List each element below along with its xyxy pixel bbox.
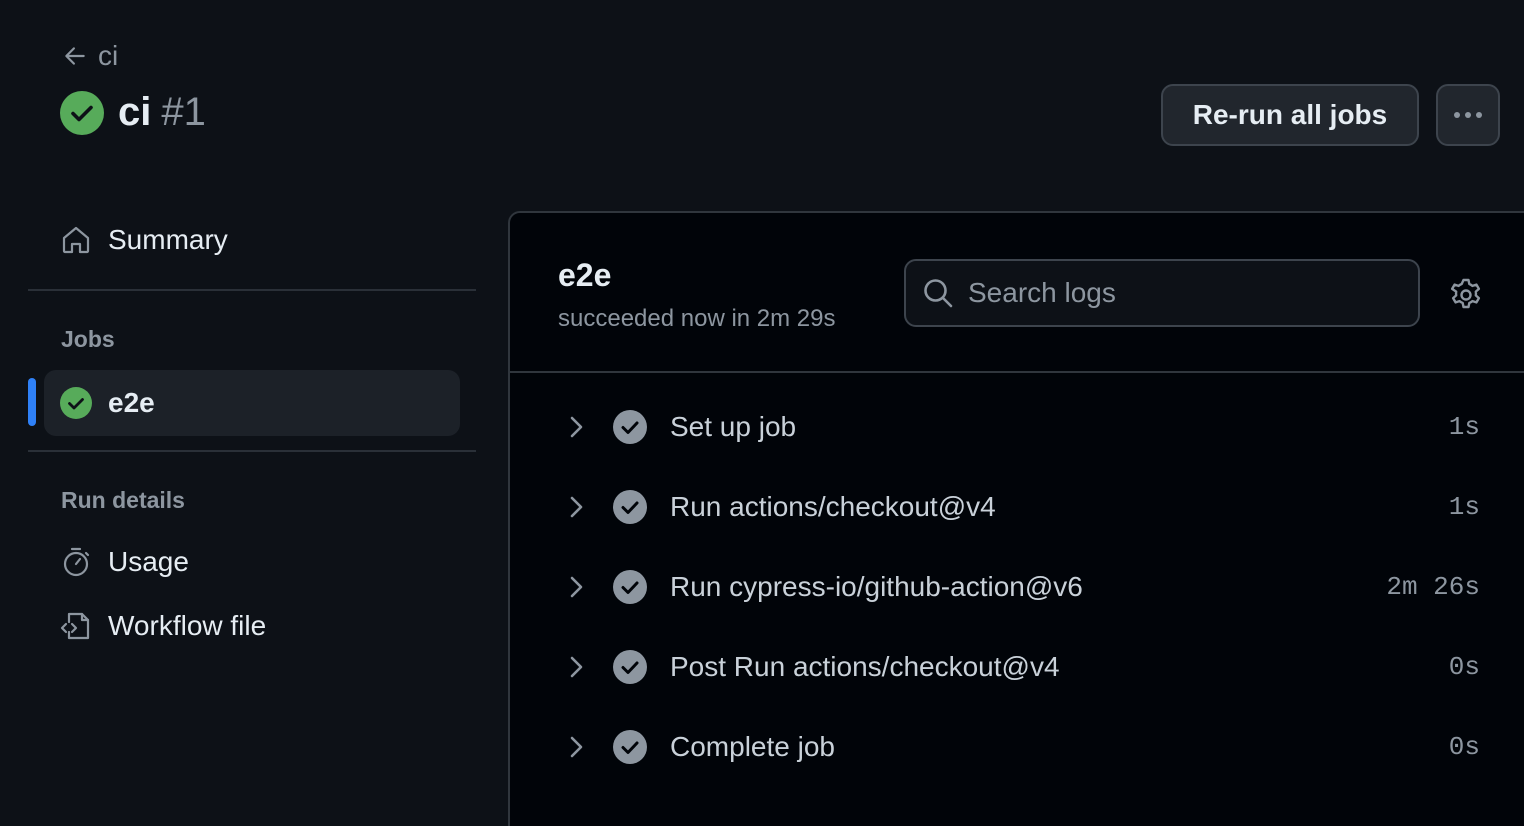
step-label: Run cypress-io/github-action@v6 bbox=[670, 571, 1083, 602]
check-circle-icon bbox=[613, 490, 647, 524]
selected-indicator bbox=[28, 378, 36, 426]
step-duration: 0s bbox=[1448, 732, 1480, 762]
more-options-button[interactable] bbox=[1436, 84, 1500, 146]
sidebar-item-label: e2e bbox=[108, 387, 155, 418]
page-title: ci #1 bbox=[60, 90, 206, 135]
home-icon bbox=[62, 226, 90, 254]
gear-icon[interactable] bbox=[1448, 277, 1484, 313]
workflow-title: ci bbox=[118, 90, 152, 134]
check-circle-icon bbox=[613, 730, 647, 764]
job-status-text: succeeded now in 2m 29s bbox=[558, 305, 836, 332]
step-label: Set up job bbox=[670, 411, 797, 442]
sidebar-item-label: Summary bbox=[108, 224, 228, 255]
sidebar-item-summary[interactable]: Summary bbox=[60, 224, 228, 256]
sidebar-item-job-e2e[interactable]: e2e bbox=[44, 370, 460, 436]
check-circle-icon bbox=[613, 650, 647, 684]
run-details-heading: Run details bbox=[61, 487, 185, 513]
check-circle-icon bbox=[613, 570, 647, 604]
step-duration: 1s bbox=[1448, 492, 1480, 522]
sidebar-divider bbox=[28, 289, 476, 291]
search-logs-field[interactable] bbox=[904, 259, 1420, 327]
step-label: Post Run actions/checkout@v4 bbox=[670, 651, 1060, 682]
sidebar-item-label: Workflow file bbox=[108, 610, 267, 641]
job-header: e2e succeeded now in 2m 29s bbox=[510, 213, 1524, 373]
step-duration: 0s bbox=[1448, 652, 1480, 682]
check-circle-icon bbox=[613, 410, 647, 444]
chevron-right-icon bbox=[570, 416, 583, 438]
sidebar-item-workflow-file[interactable]: Workflow file bbox=[60, 610, 266, 642]
step-row[interactable]: Run actions/checkout@v4 1s bbox=[510, 467, 1524, 547]
step-row[interactable]: Set up job 1s bbox=[510, 387, 1524, 467]
step-duration: 2m 26s bbox=[1386, 572, 1480, 602]
chevron-right-icon bbox=[570, 576, 583, 598]
sidebar-item-label: Usage bbox=[108, 546, 189, 577]
file-code-icon bbox=[60, 612, 90, 640]
steps-list: Set up job 1s Run actions/checkout@v4 1s… bbox=[510, 387, 1524, 787]
job-title: e2e bbox=[558, 257, 612, 293]
back-link[interactable]: ci bbox=[62, 40, 118, 72]
kebab-horizontal-icon bbox=[1454, 112, 1482, 118]
rerun-all-jobs-button[interactable]: Re-run all jobs bbox=[1161, 84, 1419, 146]
chevron-right-icon bbox=[570, 496, 583, 518]
job-log-panel: e2e succeeded now in 2m 29s Set up job 1… bbox=[508, 211, 1524, 826]
workflow-run-page: ci ci #1 Re-run all jobs Summary Jobs e2e… bbox=[0, 0, 1524, 826]
step-label: Complete job bbox=[670, 731, 835, 762]
chevron-right-icon bbox=[570, 736, 583, 758]
success-check-icon bbox=[60, 90, 104, 135]
back-link-label: ci bbox=[98, 40, 119, 71]
step-row[interactable]: Post Run actions/checkout@v4 0s bbox=[510, 627, 1524, 707]
step-label: Run actions/checkout@v4 bbox=[670, 491, 996, 522]
step-row[interactable]: Complete job 0s bbox=[510, 707, 1524, 787]
jobs-heading: Jobs bbox=[61, 326, 115, 352]
search-icon bbox=[924, 279, 953, 308]
run-number: #1 bbox=[161, 90, 206, 134]
step-duration: 1s bbox=[1448, 412, 1480, 442]
search-logs-input[interactable] bbox=[968, 277, 1418, 309]
sidebar-item-usage[interactable]: Usage bbox=[60, 546, 189, 578]
step-row[interactable]: Run cypress-io/github-action@v6 2m 26s bbox=[510, 547, 1524, 627]
chevron-right-icon bbox=[570, 656, 583, 678]
stopwatch-icon bbox=[63, 547, 90, 577]
success-check-icon bbox=[60, 387, 92, 419]
arrow-left-icon bbox=[65, 47, 85, 65]
sidebar-divider bbox=[28, 450, 476, 452]
